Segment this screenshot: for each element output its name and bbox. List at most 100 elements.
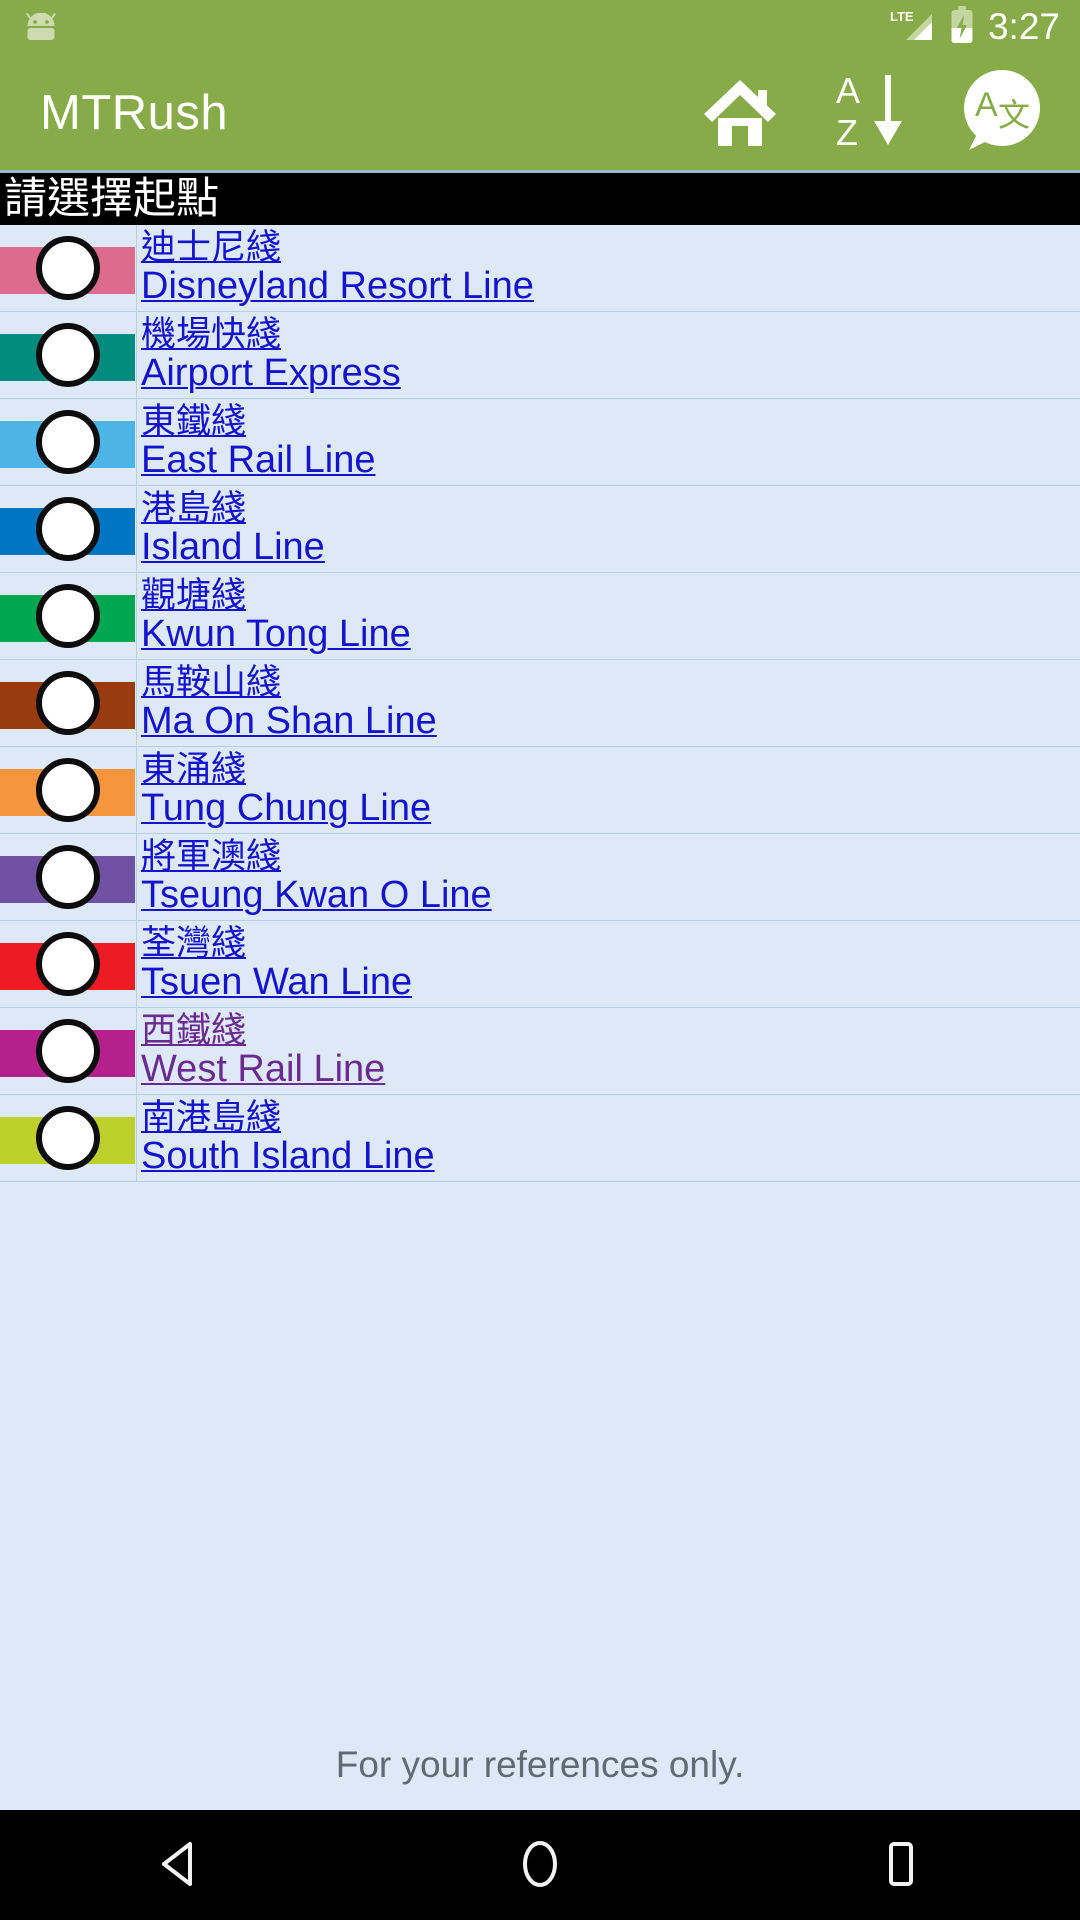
line-color-swatch	[0, 573, 137, 659]
line-color-swatch	[0, 1095, 137, 1181]
battery-charging-icon	[950, 6, 974, 49]
line-name-zh[interactable]: 南港島綫	[141, 1099, 281, 1136]
station-dot-icon	[36, 584, 100, 648]
app-title: MTRush	[40, 85, 229, 140]
line-labels: 機場快綫 Airport Express	[137, 312, 1080, 398]
line-name-zh[interactable]: 西鐵綫	[141, 1012, 246, 1049]
line-name-en[interactable]: Tung Chung Line	[141, 788, 431, 829]
line-name-en[interactable]: Island Line	[141, 527, 325, 568]
station-dot-icon	[36, 410, 100, 474]
recents-button[interactable]	[820, 1810, 980, 1920]
section-header-title: 請選擇起點	[4, 173, 219, 224]
line-row[interactable]: 迪士尼綫 Disneyland Resort Line	[0, 225, 1080, 312]
android-navigation-bar	[0, 1810, 1080, 1920]
line-labels: 南港島綫 South Island Line	[137, 1095, 1080, 1181]
line-name-zh[interactable]: 港島綫	[141, 490, 246, 527]
line-name-zh[interactable]: 東鐵綫	[141, 403, 246, 440]
station-dot-icon	[36, 236, 100, 300]
station-dot-icon	[36, 758, 100, 822]
translate-speech-bubble-icon: A 文	[957, 68, 1043, 157]
sort-az-descending-icon: A Z	[832, 70, 908, 154]
footer-disclaimer: For your references only.	[0, 1744, 1080, 1810]
line-labels: 將軍澳綫 Tseung Kwan O Line	[137, 834, 1080, 920]
station-dot-icon	[36, 497, 100, 561]
line-name-en[interactable]: West Rail Line	[141, 1049, 385, 1090]
line-row[interactable]: 東鐵綫 East Rail Line	[0, 399, 1080, 486]
line-row[interactable]: 馬鞍山綫 Ma On Shan Line	[0, 660, 1080, 747]
circle-home-icon	[516, 1838, 564, 1893]
station-dot-icon	[36, 671, 100, 735]
phone-screen: LTE 3:27 MTRush A Z A 文 請選擇起點 迪士尼綫 Disne…	[0, 0, 1080, 1920]
home-icon	[701, 74, 779, 151]
line-name-en[interactable]: Tseung Kwan O Line	[141, 875, 492, 916]
station-dot-icon	[36, 845, 100, 909]
translate-button[interactable]: A 文	[948, 61, 1052, 165]
line-labels: 西鐵綫 West Rail Line	[137, 1008, 1080, 1094]
status-bar: LTE 3:27	[0, 0, 1080, 55]
station-dot-icon	[36, 932, 100, 996]
line-labels: 東涌綫 Tung Chung Line	[137, 747, 1080, 833]
line-labels: 馬鞍山綫 Ma On Shan Line	[137, 660, 1080, 746]
line-name-zh[interactable]: 荃灣綫	[141, 925, 246, 962]
triangle-back-icon	[158, 1840, 202, 1891]
line-name-en[interactable]: Disneyland Resort Line	[141, 266, 534, 307]
line-name-en[interactable]: Tsuen Wan Line	[141, 962, 412, 1003]
status-bar-clock: 3:27	[987, 6, 1060, 47]
back-button[interactable]	[100, 1810, 260, 1920]
home-button[interactable]	[688, 61, 792, 165]
line-name-en[interactable]: Ma On Shan Line	[141, 701, 437, 742]
line-labels: 荃灣綫 Tsuen Wan Line	[137, 921, 1080, 1007]
line-color-swatch	[0, 1008, 137, 1094]
mtr-line-list: 迪士尼綫 Disneyland Resort Line 機場快綫 Airport Ex…	[0, 225, 1080, 1744]
line-name-zh[interactable]: 東涌綫	[141, 751, 246, 788]
section-header: 請選擇起點	[0, 173, 1080, 225]
line-name-zh[interactable]: 馬鞍山綫	[141, 664, 281, 701]
app-bar: MTRush A Z A 文	[0, 55, 1080, 173]
line-row[interactable]: 西鐵綫 West Rail Line	[0, 1008, 1080, 1095]
line-row[interactable]: 觀塘綫 Kwun Tong Line	[0, 573, 1080, 660]
line-color-swatch	[0, 834, 137, 920]
line-labels: 港島綫 Island Line	[137, 486, 1080, 572]
station-dot-icon	[36, 1019, 100, 1083]
app-bar-actions: A Z A 文	[688, 61, 1052, 165]
line-row[interactable]: 東涌綫 Tung Chung Line	[0, 747, 1080, 834]
line-color-swatch	[0, 660, 137, 746]
line-name-zh[interactable]: 將軍澳綫	[141, 838, 281, 875]
line-color-swatch	[0, 921, 137, 1007]
line-name-zh[interactable]: 機場快綫	[141, 316, 281, 353]
line-row[interactable]: 機場快綫 Airport Express	[0, 312, 1080, 399]
status-bar-notifications	[24, 12, 58, 43]
status-bar-system-icons: LTE 3:27	[890, 6, 1060, 49]
line-row[interactable]: 荃灣綫 Tsuen Wan Line	[0, 921, 1080, 1008]
line-labels: 觀塘綫 Kwun Tong Line	[137, 573, 1080, 659]
svg-text:文: 文	[998, 96, 1030, 134]
home-button-nav[interactable]	[460, 1810, 620, 1920]
line-color-swatch	[0, 225, 137, 311]
station-dot-icon	[36, 1106, 100, 1170]
line-row[interactable]: 港島綫 Island Line	[0, 486, 1080, 573]
line-name-zh[interactable]: 觀塘綫	[141, 577, 246, 614]
sort-top-letter: A	[836, 71, 860, 111]
android-head-icon	[24, 12, 58, 43]
station-dot-icon	[36, 323, 100, 387]
line-color-swatch	[0, 399, 137, 485]
line-color-swatch	[0, 747, 137, 833]
line-color-swatch	[0, 486, 137, 572]
line-row[interactable]: 將軍澳綫 Tseung Kwan O Line	[0, 834, 1080, 921]
line-labels: 迪士尼綫 Disneyland Resort Line	[137, 225, 1080, 311]
line-name-en[interactable]: Kwun Tong Line	[141, 614, 411, 655]
line-color-swatch	[0, 312, 137, 398]
svg-text:A: A	[975, 86, 998, 124]
list-empty-space	[0, 1182, 1080, 1744]
lte-signal-icon: LTE	[890, 8, 936, 47]
line-name-en[interactable]: East Rail Line	[141, 440, 375, 481]
line-name-en[interactable]: Airport Express	[141, 353, 401, 394]
sort-button[interactable]: A Z	[818, 61, 922, 165]
svg-text:LTE: LTE	[890, 9, 914, 24]
line-row[interactable]: 南港島綫 South Island Line	[0, 1095, 1080, 1182]
line-name-en[interactable]: South Island Line	[141, 1136, 435, 1177]
sort-bottom-letter: Z	[836, 112, 858, 151]
line-name-zh[interactable]: 迪士尼綫	[141, 229, 281, 266]
line-labels: 東鐵綫 East Rail Line	[137, 399, 1080, 485]
square-recents-icon	[878, 1838, 922, 1893]
